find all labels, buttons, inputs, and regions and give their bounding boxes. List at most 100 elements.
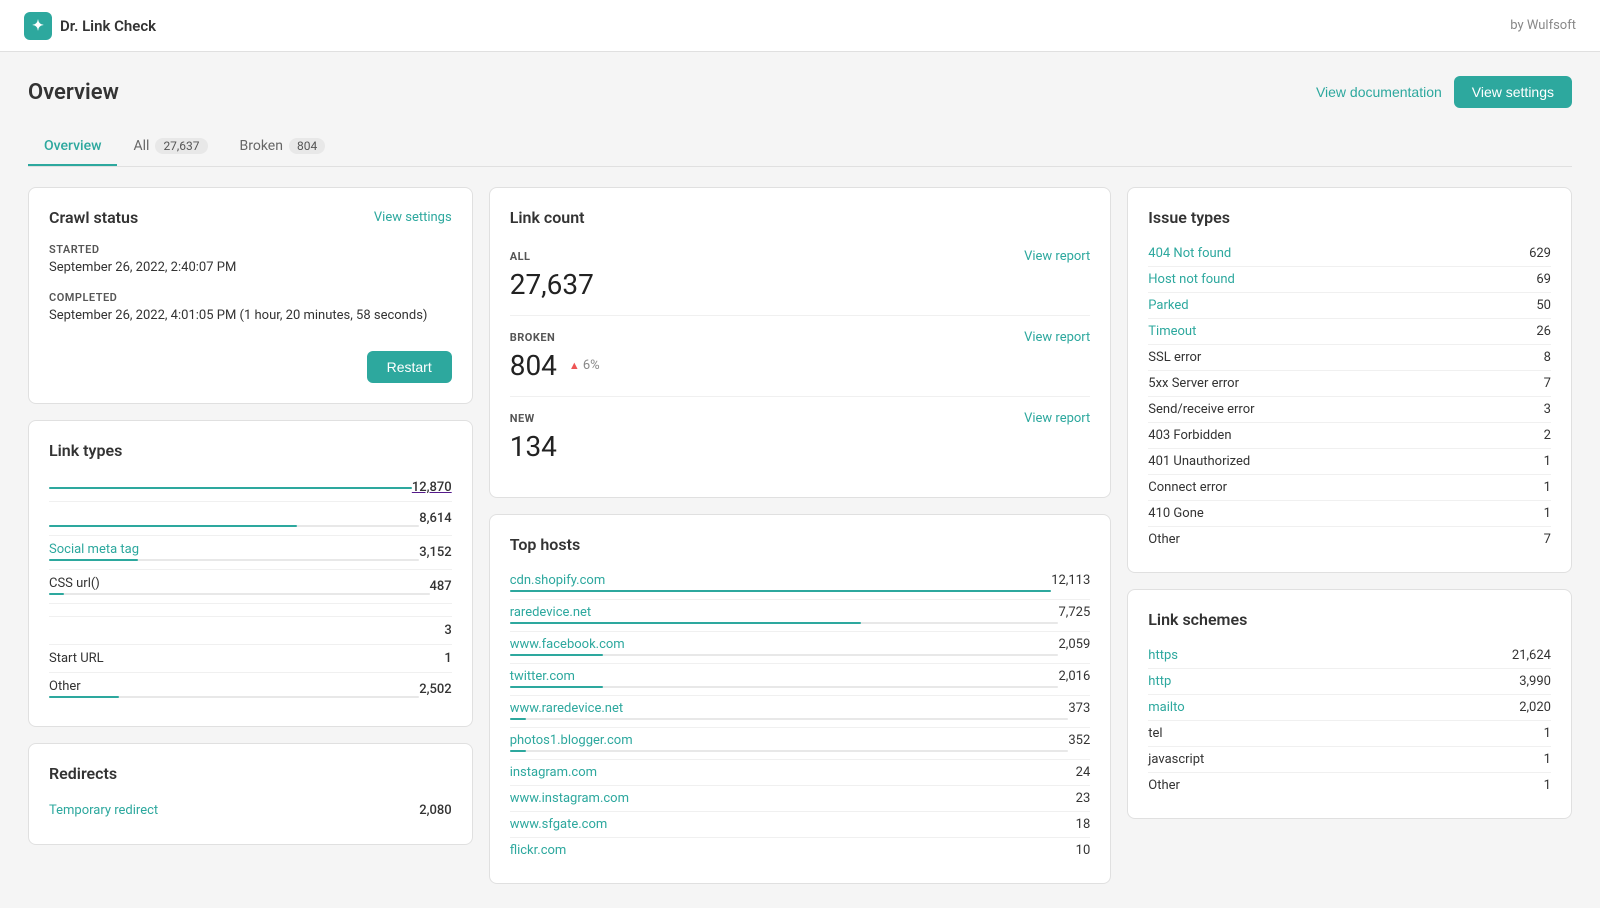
scheme-value: 2,020 — [1519, 700, 1551, 715]
host-value: 352 — [1068, 733, 1090, 754]
scheme-value: 1 — [1544, 726, 1551, 741]
link-count-card: Link count ALL View report 27,637 BROKEN… — [489, 187, 1112, 498]
host-row: www.raredevice.net 373 — [510, 696, 1091, 728]
link-type-row: 8,614 — [49, 502, 452, 536]
host-row: twitter.com 2,016 — [510, 664, 1091, 696]
redirects-title: Redirects — [49, 764, 452, 783]
scheme-label[interactable]: https — [1148, 648, 1178, 663]
host-name[interactable]: cdn.shopify.com — [510, 573, 606, 588]
link-type-row: Start URL 1 — [49, 645, 452, 673]
host-value: 24 — [1076, 765, 1091, 780]
link-type-value: 12,870 — [412, 480, 452, 495]
left-column: Crawl status View settings STARTED Septe… — [28, 187, 473, 845]
host-name[interactable]: twitter.com — [510, 669, 575, 684]
host-name[interactable]: raredevice.net — [510, 605, 591, 620]
issue-types-list: 404 Not found 629 Host not found 69 Park… — [1148, 241, 1551, 552]
issue-label: 410 Gone — [1148, 506, 1204, 521]
host-value: 7,725 — [1058, 605, 1090, 626]
issue-value: 1 — [1544, 480, 1551, 495]
link-types-card: Link types 12,870 8,614 Social meta tag … — [28, 420, 473, 727]
metric-all-report[interactable]: View report — [1024, 249, 1090, 264]
scheme-row: https 21,624 — [1148, 643, 1551, 669]
host-value: 373 — [1068, 701, 1090, 722]
metric-new-label: NEW — [510, 412, 535, 425]
issue-label[interactable]: Timeout — [1148, 324, 1196, 339]
issue-value: 1 — [1544, 454, 1551, 469]
metric-broken-value: 804 — [510, 349, 557, 382]
metric-all-header: ALL View report — [510, 249, 1091, 264]
scheme-row: javascript 1 — [1148, 747, 1551, 773]
host-row: www.sfgate.com 18 — [510, 812, 1091, 838]
issue-value: 7 — [1544, 376, 1551, 391]
link-type-value: 3,152 — [419, 545, 451, 560]
link-type-value: 3 — [444, 623, 451, 638]
host-row: instagram.com 24 — [510, 760, 1091, 786]
host-name[interactable]: www.raredevice.net — [510, 701, 623, 716]
issue-types-card: Issue types 404 Not found 629 Host not f… — [1127, 187, 1572, 573]
host-value: 2,059 — [1058, 637, 1090, 658]
started-label: STARTED — [49, 243, 452, 256]
link-type-value: 2,502 — [419, 682, 451, 697]
host-value: 12,113 — [1051, 573, 1090, 594]
metric-broken-report[interactable]: View report — [1024, 330, 1090, 345]
issue-row: Host not found 69 — [1148, 267, 1551, 293]
scheme-row: http 3,990 — [1148, 669, 1551, 695]
tab-all[interactable]: All 27,637 — [117, 128, 223, 166]
host-name[interactable]: instagram.com — [510, 765, 597, 780]
link-type-label: CSS url() — [49, 576, 100, 591]
scheme-value: 21,624 — [1512, 648, 1551, 663]
link-type-row: CSS url() 487 — [49, 570, 452, 604]
header-by: by Wulfsoft — [1510, 18, 1576, 33]
issue-label: 403 Forbidden — [1148, 428, 1231, 443]
issue-value: 629 — [1529, 246, 1551, 261]
redirect-value: 2,080 — [419, 803, 451, 818]
issue-value: 8 — [1544, 350, 1551, 365]
scheme-value: 1 — [1544, 778, 1551, 793]
tab-all-badge: 27,637 — [155, 138, 207, 154]
metric-broken-delta: ▲ 6% — [569, 358, 600, 373]
metric-new-report[interactable]: View report — [1024, 411, 1090, 426]
issue-label: 401 Unauthorized — [1148, 454, 1250, 469]
tab-broken[interactable]: Broken 804 — [224, 128, 342, 166]
link-schemes-title: Link schemes — [1148, 610, 1551, 629]
metric-new: NEW View report 134 — [510, 397, 1091, 477]
scheme-label[interactable]: http — [1148, 674, 1171, 689]
issue-value: 2 — [1544, 428, 1551, 443]
issue-row: Other 7 — [1148, 527, 1551, 552]
redirect-label[interactable]: Temporary redirect — [49, 803, 158, 818]
host-row: raredevice.net 7,725 — [510, 600, 1091, 632]
page-header: Overview View documentation View setting… — [28, 76, 1572, 108]
host-value: 10 — [1076, 843, 1091, 858]
scheme-label: javascript — [1148, 752, 1204, 767]
host-name[interactable]: www.facebook.com — [510, 637, 625, 652]
host-name[interactable]: flickr.com — [510, 843, 567, 858]
crawl-status-title: Crawl status — [49, 208, 138, 227]
link-type-row: 3 — [49, 617, 452, 645]
link-types-title: Link types — [49, 441, 452, 460]
main-grid: Crawl status View settings STARTED Septe… — [28, 187, 1572, 884]
restart-button[interactable]: Restart — [367, 351, 452, 383]
host-row: photos1.blogger.com 352 — [510, 728, 1091, 760]
scheme-row: mailto 2,020 — [1148, 695, 1551, 721]
host-value: 18 — [1076, 817, 1091, 832]
host-name[interactable]: www.instagram.com — [510, 791, 629, 806]
scheme-label[interactable]: mailto — [1148, 700, 1184, 715]
link-type-label[interactable]: Social meta tag — [49, 542, 139, 557]
host-name[interactable]: www.sfgate.com — [510, 817, 608, 832]
issue-row: 5xx Server error 7 — [1148, 371, 1551, 397]
issue-value: 50 — [1536, 298, 1551, 313]
issue-label: Other — [1148, 532, 1180, 547]
view-documentation-button[interactable]: View documentation — [1316, 84, 1442, 100]
top-hosts-title: Top hosts — [510, 535, 1091, 554]
issue-label[interactable]: Host not found — [1148, 272, 1235, 287]
issue-row: 403 Forbidden 2 — [1148, 423, 1551, 449]
tab-overview[interactable]: Overview — [28, 128, 117, 166]
issue-label[interactable]: 404 Not found — [1148, 246, 1231, 261]
redirect-row: Temporary redirect 2,080 — [49, 797, 452, 824]
issue-label[interactable]: Parked — [1148, 298, 1188, 313]
right-column: Issue types 404 Not found 629 Host not f… — [1127, 187, 1572, 819]
view-settings-button[interactable]: View settings — [1454, 76, 1572, 108]
host-name[interactable]: photos1.blogger.com — [510, 733, 633, 748]
crawl-view-settings-link[interactable]: View settings — [374, 210, 452, 225]
host-value: 2,016 — [1058, 669, 1090, 690]
